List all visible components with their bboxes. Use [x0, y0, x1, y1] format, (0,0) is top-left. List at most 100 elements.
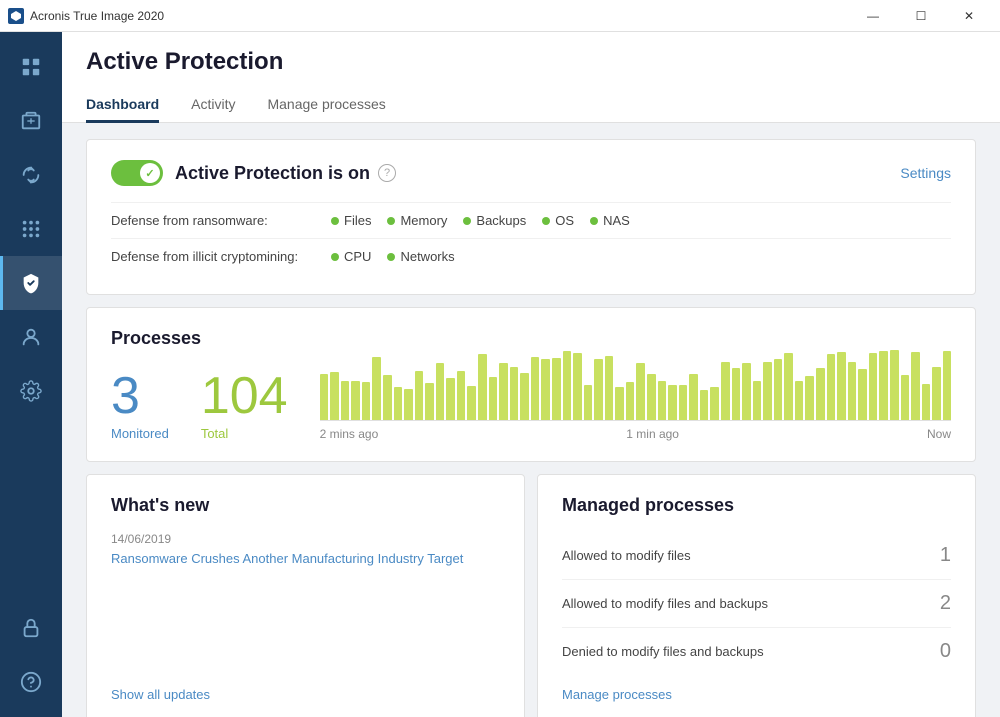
managed-row-2: Denied to modify files and backups 0: [562, 628, 951, 675]
cryptomining-label: Defense from illicit cryptomining:: [111, 249, 331, 264]
tag-backups: Backups: [463, 213, 526, 228]
close-button[interactable]: ✕: [946, 0, 992, 32]
backup-icon: [20, 110, 42, 132]
titlebar: Acronis True Image 2020 — ☐ ✕: [0, 0, 1000, 32]
sidebar: [0, 32, 62, 717]
bar: [689, 374, 698, 420]
sidebar-item-protection[interactable]: [0, 256, 62, 310]
bar: [615, 387, 624, 420]
bar: [626, 382, 635, 420]
sidebar-item-dashboard[interactable]: [0, 40, 62, 94]
bar: [541, 359, 550, 420]
bar: [467, 386, 476, 420]
tag-memory: Memory: [387, 213, 447, 228]
tag-files-label: Files: [344, 213, 371, 228]
whats-new-card: What's new 14/06/2019 Ransomware Crushes…: [86, 474, 525, 717]
maximize-button[interactable]: ☐: [898, 0, 944, 32]
bar: [552, 358, 561, 420]
help-circle-icon[interactable]: ?: [378, 164, 396, 182]
sidebar-item-account[interactable]: [0, 310, 62, 364]
bar: [827, 354, 836, 420]
bar: [932, 367, 941, 420]
bar: [721, 362, 730, 420]
bar: [795, 381, 804, 420]
news-link[interactable]: Ransomware Crushes Another Manufacturing…: [111, 550, 500, 568]
protection-title: Active Protection is on: [175, 163, 370, 184]
sidebar-item-apps[interactable]: [0, 202, 62, 256]
bar: [742, 363, 751, 420]
sidebar-item-backup[interactable]: [0, 94, 62, 148]
bar: [320, 374, 329, 420]
bar: [658, 381, 667, 420]
managed-processes-card: Managed processes Allowed to modify file…: [537, 474, 976, 717]
protection-toggle[interactable]: ✓: [111, 160, 163, 186]
settings-link[interactable]: Settings: [900, 165, 951, 181]
bar: [605, 356, 614, 420]
total-label: Total: [201, 426, 228, 441]
managed-count-0: 1: [940, 544, 951, 567]
tag-os: OS: [542, 213, 574, 228]
content-area: ✓ Active Protection is on ? Settings Def…: [62, 123, 1000, 717]
window-controls: — ☐ ✕: [850, 0, 992, 32]
sidebar-item-sync[interactable]: [0, 148, 62, 202]
tab-dashboard[interactable]: Dashboard: [86, 88, 159, 123]
check-icon: ✓: [145, 167, 154, 180]
managed-title: Managed processes: [562, 495, 951, 516]
processes-card: Processes 3 Monitored 104 Total 2 mins a…: [86, 307, 976, 462]
bar: [858, 369, 867, 420]
bar: [446, 378, 455, 420]
manage-processes-link[interactable]: Manage processes: [562, 675, 951, 702]
page-header: Active Protection Dashboard Activity Man…: [62, 32, 1000, 123]
minimize-button[interactable]: —: [850, 0, 896, 32]
tab-manage[interactable]: Manage processes: [267, 88, 385, 123]
time-label-mid: 1 min ago: [626, 427, 679, 441]
bar: [774, 359, 783, 420]
bar: [732, 368, 741, 420]
managed-count-2: 0: [940, 640, 951, 663]
bar: [890, 350, 899, 420]
app-icon: [8, 8, 24, 24]
tag-nas: NAS: [590, 213, 630, 228]
bar: [510, 367, 519, 420]
sidebar-item-lock[interactable]: [20, 601, 42, 655]
help-icon: [20, 671, 42, 693]
bar: [394, 387, 403, 420]
bar: [330, 372, 339, 420]
monitored-count: 3: [111, 370, 140, 422]
bar: [636, 363, 645, 420]
bar: [563, 351, 572, 420]
tag-networks: Networks: [387, 249, 454, 264]
protection-header: ✓ Active Protection is on ? Settings: [111, 160, 951, 186]
bar: [679, 385, 688, 420]
bar: [901, 375, 910, 420]
tabs: Dashboard Activity Manage processes: [86, 88, 976, 122]
sidebar-item-help[interactable]: [20, 655, 42, 709]
cryptomining-tags: CPU Networks: [331, 249, 455, 264]
show-updates-link[interactable]: Show all updates: [111, 671, 500, 702]
ransomware-label: Defense from ransomware:: [111, 213, 331, 228]
bar: [869, 353, 878, 420]
bar: [351, 381, 360, 420]
processes-stats: 3 Monitored 104 Total 2 mins ago 1 min a…: [111, 361, 951, 441]
dot-cpu: [331, 253, 339, 261]
protection-status-card: ✓ Active Protection is on ? Settings Def…: [86, 139, 976, 295]
toggle-knob: ✓: [140, 163, 160, 183]
sidebar-item-settings[interactable]: [0, 364, 62, 418]
monitored-stat: 3 Monitored: [111, 370, 169, 441]
tab-activity[interactable]: Activity: [191, 88, 235, 123]
person-icon: [20, 326, 42, 348]
page-title: Active Protection: [86, 48, 976, 76]
gear-icon: [20, 380, 42, 402]
titlebar-title: Acronis True Image 2020: [30, 9, 850, 23]
bar: [341, 381, 350, 420]
bar: [573, 353, 582, 420]
bar: [362, 382, 371, 420]
bar: [753, 381, 762, 420]
total-count: 104: [201, 370, 288, 422]
dot-memory: [387, 217, 395, 225]
managed-count-1: 2: [940, 592, 951, 615]
bar-labels: 2 mins ago 1 min ago Now: [320, 427, 951, 441]
bar: [816, 368, 825, 420]
managed-label-1: Allowed to modify files and backups: [562, 596, 768, 611]
monitored-label: Monitored: [111, 426, 169, 441]
